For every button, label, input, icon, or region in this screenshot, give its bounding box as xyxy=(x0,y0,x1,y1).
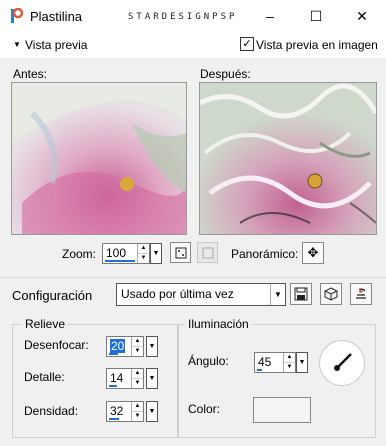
app-icon xyxy=(11,8,24,23)
config-label: Configuración xyxy=(12,288,93,303)
angle-slider-indicator xyxy=(257,369,262,371)
after-label: Después: xyxy=(200,67,251,81)
angle-dial-needle-icon xyxy=(334,353,352,371)
triangle-down-icon[interactable]: ▼ xyxy=(13,40,21,49)
zoom-spinbox[interactable]: 100 ▲ ▼ xyxy=(102,243,150,264)
density-spinbox[interactable]: 32 ▲ ▼ xyxy=(106,401,144,422)
detail-value: 14 xyxy=(110,371,124,385)
after-preview-image[interactable] xyxy=(199,82,377,235)
detail-label: Detalle: xyxy=(24,370,65,384)
zoom-dropdown[interactable]: ▼ xyxy=(150,243,162,264)
preview-toggle[interactable]: Vista previa xyxy=(25,38,87,52)
density-dropdown[interactable]: ▼ xyxy=(146,401,158,422)
blur-label: Desenfocar: xyxy=(24,338,89,352)
dice-icon xyxy=(324,287,338,301)
angle-spinbox[interactable]: 45 ▲ ▼ xyxy=(254,352,296,373)
density-value: 32 xyxy=(110,404,124,418)
close-button[interactable]: ✕ xyxy=(339,0,385,32)
save-preset-button[interactable] xyxy=(290,283,312,305)
divider xyxy=(0,277,386,278)
chevron-down-icon[interactable]: ▼ xyxy=(270,284,285,305)
zoom-actual-size-button[interactable] xyxy=(197,242,218,263)
zoom-slider-indicator xyxy=(105,260,135,262)
angle-arrows[interactable]: ▲ ▼ xyxy=(283,353,295,372)
save-icon xyxy=(294,287,308,301)
detail-dropdown[interactable]: ▼ xyxy=(146,368,158,389)
blur-spinbox[interactable]: 20 ▲ ▼ xyxy=(106,336,144,357)
reset-button[interactable] xyxy=(350,283,372,305)
pan-move-icon[interactable]: ✥ xyxy=(302,242,324,264)
randomize-button[interactable] xyxy=(320,283,342,305)
zoom-fit-button[interactable] xyxy=(170,242,191,263)
config-selected: Usado por última vez xyxy=(121,287,234,301)
zoom-arrows[interactable]: ▲ ▼ xyxy=(137,244,149,263)
fit-window-icon xyxy=(175,247,186,258)
actual-size-icon xyxy=(202,247,213,258)
lighting-title: Iluminación xyxy=(185,317,252,331)
reset-icon xyxy=(356,288,366,299)
angle-dial[interactable] xyxy=(319,340,365,386)
detail-arrows[interactable]: ▲ ▼ xyxy=(131,369,143,388)
color-label: Color: xyxy=(188,402,221,416)
zoom-label: Zoom: xyxy=(62,247,97,261)
before-preview-image[interactable] xyxy=(11,82,187,235)
blur-dropdown[interactable]: ▼ xyxy=(146,336,158,357)
color-swatch[interactable] xyxy=(253,397,311,423)
angle-label: Ángulo: xyxy=(188,354,229,368)
window-title: Plastilina xyxy=(30,9,83,24)
relief-title: Relieve xyxy=(22,317,69,331)
density-arrows[interactable]: ▲ ▼ xyxy=(131,402,143,421)
blur-value[interactable]: 20 xyxy=(110,339,126,353)
angle-value: 45 xyxy=(258,355,272,369)
config-select[interactable]: Usado por última vez ▼ xyxy=(116,283,286,306)
angle-dropdown[interactable]: ▼ xyxy=(296,352,308,373)
pan-label: Panorámico: xyxy=(231,247,299,261)
preview-in-image-checkbox[interactable]: ✓ xyxy=(240,37,254,51)
preview-in-image-label: Vista previa en imagen xyxy=(256,38,378,52)
blur-slider-indicator xyxy=(109,353,118,355)
minimize-button[interactable]: – xyxy=(247,0,293,32)
density-slider-indicator xyxy=(109,418,119,420)
watermark: STARDESIGNPSP xyxy=(128,12,238,22)
density-label: Densidad: xyxy=(24,404,79,418)
detail-slider-indicator xyxy=(109,385,117,387)
zoom-value: 100 xyxy=(106,246,127,260)
maximize-button[interactable]: ☐ xyxy=(293,0,339,32)
before-label: Antes: xyxy=(13,67,48,81)
blur-arrows[interactable]: ▲ ▼ xyxy=(131,337,143,356)
detail-spinbox[interactable]: 14 ▲ ▼ xyxy=(106,368,144,389)
